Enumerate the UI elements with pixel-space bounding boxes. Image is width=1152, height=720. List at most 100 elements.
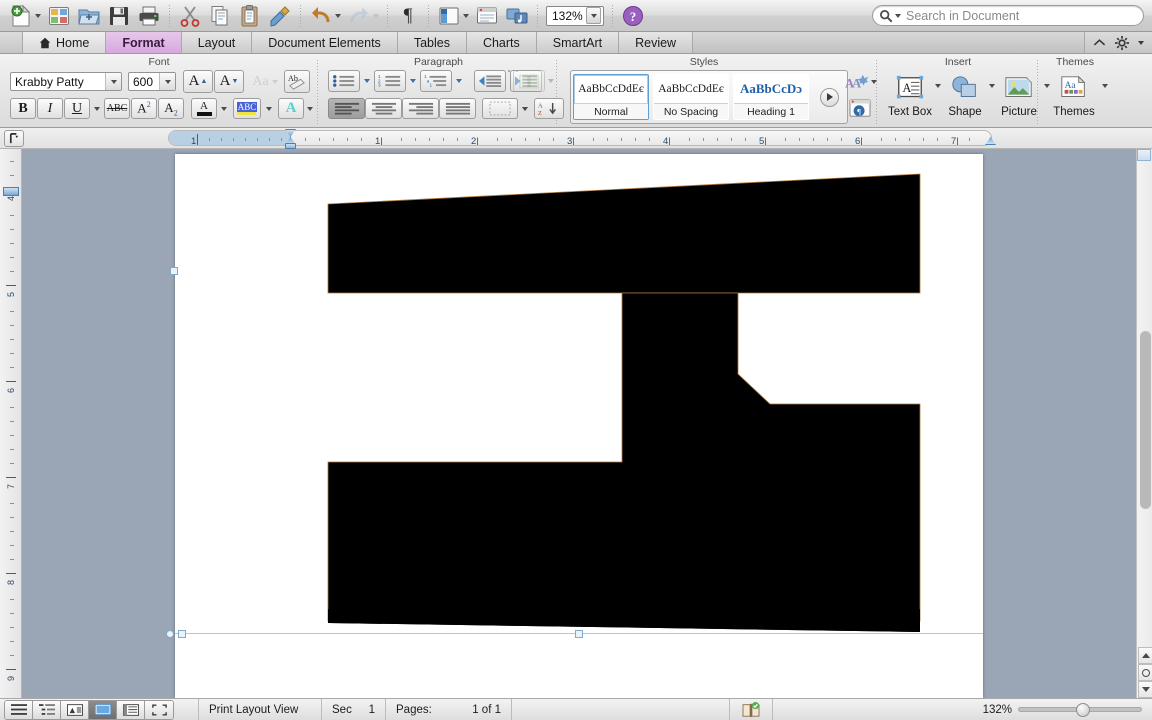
borders-dropdown[interactable]	[518, 98, 531, 119]
bulleted-list-dropdown[interactable]	[360, 70, 374, 92]
zoom-control[interactable]: 132%	[543, 1, 607, 31]
redo-button[interactable]	[344, 1, 382, 31]
sidebar-button[interactable]	[434, 1, 472, 31]
copy-button[interactable]	[205, 1, 235, 31]
zoom-slider-knob[interactable]	[1076, 703, 1090, 717]
numbered-list-button[interactable]: 1 2 3	[374, 70, 406, 92]
styles-pane-button[interactable]: A A	[845, 70, 877, 94]
document-page[interactable]	[166, 154, 983, 698]
cut-button[interactable]	[175, 1, 205, 31]
resize-handle-bottom-left[interactable]	[178, 630, 186, 638]
notebook-layout-view-button[interactable]	[117, 700, 145, 719]
focus-view-button[interactable]	[145, 700, 173, 719]
top-margin-handle[interactable]	[3, 187, 19, 196]
tab-home[interactable]: Home	[22, 32, 107, 53]
paste-button[interactable]	[235, 1, 265, 31]
font-size-field[interactable]: 600	[128, 72, 176, 91]
page-canvas[interactable]	[22, 149, 1130, 698]
bold-button[interactable]: B	[10, 98, 36, 119]
print-button[interactable]	[134, 1, 164, 31]
text-effects-button[interactable]: A	[278, 98, 304, 119]
tab-stop-selector[interactable]	[4, 130, 24, 147]
gear-icon[interactable]	[1115, 35, 1129, 50]
rotate-handle[interactable]	[166, 630, 174, 638]
font-size-dropdown-icon[interactable]	[159, 73, 175, 90]
style-tile-no-spacing[interactable]: AaBbCcDdEє No Spacing	[653, 74, 729, 120]
underline-dropdown[interactable]	[90, 98, 104, 119]
tab-layout[interactable]: Layout	[181, 32, 253, 53]
change-case-button[interactable]: Aa	[247, 70, 283, 93]
search-chevron-down-icon[interactable]	[895, 13, 901, 18]
show-hide-marks-button[interactable]: ¶	[393, 1, 423, 31]
resize-handle-bottom-center[interactable]	[575, 630, 583, 638]
open-file-button[interactable]	[74, 1, 104, 31]
tab-document-elements[interactable]: Document Elements	[252, 32, 398, 53]
strikethrough-button[interactable]: ABC	[104, 98, 130, 119]
chevron-down-icon[interactable]	[271, 79, 278, 84]
highlight-button[interactable]: ABC	[233, 98, 261, 119]
align-left-button[interactable]	[328, 98, 365, 119]
vertical-scrollbar[interactable]	[1136, 149, 1152, 698]
chevron-down-icon[interactable]	[463, 13, 469, 18]
previous-page-button[interactable]	[1138, 647, 1152, 664]
outline-view-button[interactable]	[33, 700, 61, 719]
clear-formatting-button[interactable]: Ab	[284, 70, 310, 93]
borders-button[interactable]	[482, 98, 518, 119]
resize-handle-middle-left[interactable]	[170, 267, 178, 275]
search-input[interactable]: Search in Document	[872, 5, 1144, 26]
chevron-up-icon[interactable]	[1093, 38, 1106, 48]
undo-button[interactable]	[306, 1, 344, 31]
help-button[interactable]: ?	[618, 1, 648, 31]
ribbon-options-chevron-icon[interactable]	[1138, 40, 1144, 45]
vertical-scroll-thumb[interactable]	[1140, 331, 1151, 509]
media-browser-button[interactable]	[502, 1, 532, 31]
save-button[interactable]	[104, 1, 134, 31]
zoom-field[interactable]: 132%	[546, 5, 604, 26]
publishing-layout-view-button[interactable]	[61, 700, 89, 719]
themes-dropdown[interactable]	[1102, 84, 1108, 88]
window-style-button[interactable]: ¶	[847, 96, 873, 120]
tab-charts[interactable]: Charts	[466, 32, 537, 53]
vertical-ruler[interactable]: 4 5 6 7 8 9	[0, 149, 22, 698]
chevron-down-icon[interactable]	[35, 13, 41, 18]
bulleted-list-button[interactable]	[328, 70, 360, 92]
format-painter-button[interactable]	[265, 1, 295, 31]
next-page-button[interactable]	[1138, 681, 1152, 698]
chevron-down-icon[interactable]	[373, 13, 379, 18]
numbered-list-dropdown[interactable]	[406, 70, 420, 92]
multilevel-list-button[interactable]: 1 a 1	[420, 70, 452, 92]
align-center-button[interactable]	[365, 98, 402, 119]
themes-button[interactable]: Aa Themes	[1048, 74, 1100, 118]
picture-button[interactable]: Picture	[995, 74, 1043, 118]
superscript-button[interactable]: A2	[131, 98, 157, 119]
multilevel-list-dropdown[interactable]	[452, 70, 466, 92]
tab-review[interactable]: Review	[619, 32, 694, 53]
document-glyph-shape[interactable]	[175, 154, 983, 698]
text-effects-dropdown[interactable]	[303, 98, 317, 119]
zoom-dropdown-button[interactable]	[586, 7, 601, 24]
style-tile-heading-1[interactable]: AaBbCcDɔ Heading 1	[733, 74, 809, 120]
grow-font-button[interactable]: A ▲	[183, 70, 213, 93]
underline-button[interactable]: U	[64, 98, 90, 119]
font-name-dropdown-icon[interactable]	[105, 73, 121, 90]
draft-view-button[interactable]	[5, 700, 33, 719]
tab-tables[interactable]: Tables	[397, 32, 467, 53]
chevron-down-icon[interactable]	[335, 13, 341, 18]
tab-format[interactable]: Format	[106, 32, 182, 53]
zoom-slider[interactable]	[1018, 703, 1142, 717]
highlight-dropdown[interactable]	[262, 98, 276, 119]
print-layout-view-button[interactable]	[89, 700, 117, 719]
new-document-button[interactable]	[6, 1, 44, 31]
italic-button[interactable]: I	[37, 98, 63, 119]
font-color-dropdown[interactable]	[217, 98, 231, 119]
notebook-view-button[interactable]	[472, 1, 502, 31]
justify-button[interactable]	[439, 98, 476, 119]
search-icon[interactable]	[879, 9, 893, 23]
spelling-status-button[interactable]	[730, 698, 773, 720]
align-right-button[interactable]	[402, 98, 439, 119]
gallery-button[interactable]	[44, 1, 74, 31]
subscript-button[interactable]: A2	[158, 98, 184, 119]
shape-button[interactable]: Shape	[941, 74, 989, 118]
styles-more-button[interactable]	[819, 87, 839, 107]
font-name-field[interactable]: Krabby Patty	[10, 72, 122, 91]
